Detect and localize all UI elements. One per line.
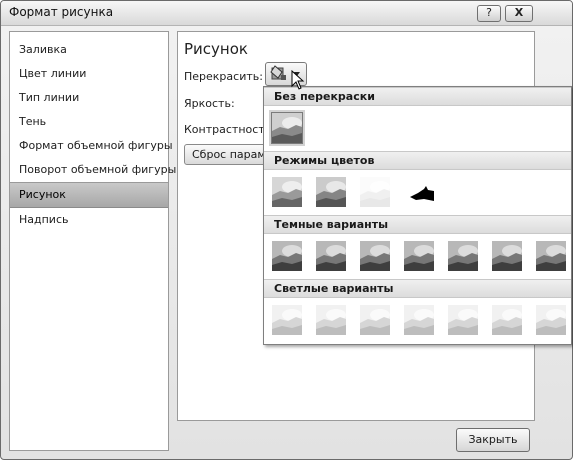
sidebar-item-picture[interactable]: Рисунок: [10, 182, 168, 208]
sidebar-item-3d-rotation[interactable]: Поворот объемной фигуры: [10, 158, 176, 182]
dark-variant-swatch-1[interactable]: [271, 240, 303, 272]
color-mode-swatch-3[interactable]: [359, 176, 391, 208]
sidebar-item-3d-format[interactable]: Формат объемной фигуры: [10, 134, 173, 158]
recolor-menu: Без перекраски Режимы цветов Темные вари…: [263, 86, 572, 345]
sidebar-item-fill[interactable]: Заливка: [10, 38, 168, 62]
light-variant-swatch-4[interactable]: [403, 304, 435, 336]
recolor-label: Перекрасить:: [184, 70, 263, 83]
light-variant-swatch-7[interactable]: [535, 304, 567, 336]
dark-variant-swatch-7[interactable]: [535, 240, 567, 272]
close-button[interactable]: Закрыть: [456, 428, 530, 452]
window-close-button[interactable]: X: [505, 5, 533, 22]
sidebar-item-shadow[interactable]: Тень: [10, 110, 168, 134]
dark-variant-swatch-2[interactable]: [315, 240, 347, 272]
color-mode-swatch-2[interactable]: [315, 176, 347, 208]
no-recolor-header: Без перекраски: [264, 87, 571, 106]
light-variant-swatch-5[interactable]: [447, 304, 479, 336]
dark-variant-swatch-5[interactable]: [447, 240, 479, 272]
no-recolor-swatch-1[interactable]: [269, 110, 305, 146]
color-modes-header: Режимы цветов: [264, 151, 571, 170]
help-button[interactable]: ?: [477, 5, 501, 22]
light-variants-header: Светлые варианты: [264, 279, 571, 298]
light-variant-swatch-2[interactable]: [315, 304, 347, 336]
sidebar-item-text-box[interactable]: Надпись: [10, 208, 168, 232]
color-mode-swatch-4[interactable]: [403, 176, 435, 208]
dark-variant-swatch-6[interactable]: [491, 240, 523, 272]
category-list: Заливка Цвет линии Тип линии Тень Формат…: [9, 31, 176, 451]
light-variant-swatch-1[interactable]: [271, 304, 303, 336]
color-mode-swatch-1[interactable]: [271, 176, 303, 208]
dialog-title: Формат рисунка: [9, 5, 114, 19]
dark-variant-swatch-4[interactable]: [403, 240, 435, 272]
light-variant-swatch-6[interactable]: [491, 304, 523, 336]
title-bar: Формат рисунка ? X: [1, 1, 572, 26]
sidebar-item-line-color[interactable]: Цвет линии: [10, 62, 168, 86]
brightness-label: Яркость:: [184, 97, 235, 110]
page-title: Рисунок: [184, 40, 248, 58]
mouse-cursor-icon: [291, 70, 305, 90]
contrast-label: Контрастность:: [184, 123, 275, 136]
dark-variant-swatch-3[interactable]: [359, 240, 391, 272]
light-variant-swatch-3[interactable]: [359, 304, 391, 336]
sidebar-item-line-style[interactable]: Тип линии: [10, 86, 168, 110]
dark-variants-header: Темные варианты: [264, 215, 571, 234]
